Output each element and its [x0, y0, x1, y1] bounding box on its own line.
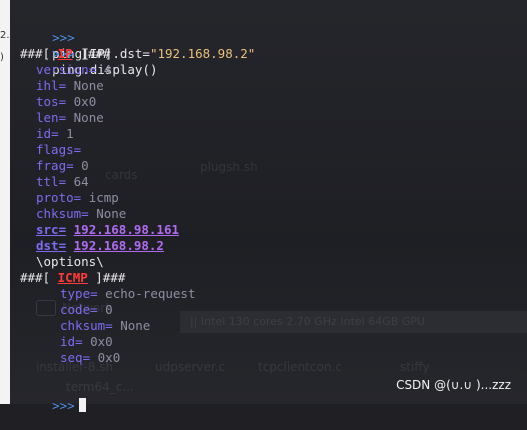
- text-cursor: [78, 398, 86, 412]
- ip-field-row: proto= icmp: [36, 190, 119, 206]
- field-name: frag: [36, 158, 67, 173]
- field-value: echo-request: [105, 286, 196, 301]
- icmp-field-row: id= 0x0: [60, 334, 113, 350]
- field-equals: =: [58, 78, 67, 93]
- header-prefix: ###[: [20, 46, 58, 61]
- field-name: ihl: [36, 78, 59, 93]
- field-name: type: [60, 286, 91, 301]
- field-equals: =: [58, 222, 67, 237]
- src-field-name: src: [36, 222, 59, 237]
- field-equals: =: [90, 286, 98, 301]
- field-equals: =: [90, 302, 98, 317]
- csdn-watermark: CSDN @(∪.∪ )...zzz: [396, 378, 511, 392]
- ip-layer-name: IP: [57, 46, 73, 61]
- terminal-window[interactable]: plugsh.sh ads cards Network || Intel 130…: [10, 0, 527, 413]
- command-line: >>> ping.display(): [22, 30, 157, 77]
- field-value: icmp: [88, 190, 119, 205]
- field-equals: =: [58, 174, 67, 189]
- ghost-device-info: || Intel 130 cores 2.70 GHz Intel 64GB G…: [190, 315, 425, 328]
- ip-field-row: frag= 0: [36, 158, 89, 174]
- ghost-file-label: plugsh.sh: [200, 160, 258, 174]
- background-window-edge: 2.0 ): [0, 0, 16, 404]
- ip-field-row: tos= 0x0: [36, 94, 96, 110]
- ghost-file-label: tcpclientcon.c: [258, 360, 342, 374]
- ghost-monitor-icon: [36, 300, 56, 316]
- field-value: 0: [105, 302, 113, 317]
- header-suffix: ]###: [72, 46, 111, 61]
- field-value: 0: [81, 158, 89, 173]
- ip-field-row: len= None: [36, 110, 104, 126]
- field-equals: =: [73, 142, 82, 157]
- field-name: flags: [36, 142, 74, 157]
- options-label: \options\: [36, 254, 104, 269]
- field-equals: =: [105, 318, 113, 333]
- command-line: >>> ping[IP].dst="192.168.98.2": [22, 14, 255, 61]
- icmp-layer-name: ICMP: [57, 270, 88, 285]
- field-value: None: [96, 206, 127, 221]
- icmp-field-row: chksum= None: [60, 318, 150, 334]
- header-suffix: ]###: [87, 270, 126, 285]
- ghost-file-label: stiffy: [400, 360, 430, 374]
- dst-ip-value: 192.168.98.2: [73, 238, 164, 253]
- src-ip-value: 192.168.98.161: [73, 222, 179, 237]
- options-row: \options\: [36, 254, 104, 270]
- command-string: "192.168.98.2": [149, 46, 256, 61]
- field-equals: =: [66, 158, 74, 173]
- field-equals: =: [75, 334, 83, 349]
- field-name: id: [60, 334, 76, 349]
- ghost-label: cards: [105, 168, 138, 182]
- icmp-field-row: seq= 0x0: [60, 350, 120, 366]
- field-name: seq: [60, 350, 83, 365]
- field-equals: =: [73, 190, 82, 205]
- ip-field-row: ttl= 64: [36, 174, 89, 190]
- icmp-field-row: code= 0: [60, 302, 113, 318]
- field-equals: =: [88, 62, 97, 77]
- ip-dst-row: dst= 192.168.98.2: [36, 238, 164, 254]
- field-name: code: [60, 302, 91, 317]
- field-name: chksum: [60, 318, 106, 333]
- field-equals: =: [51, 126, 59, 141]
- ip-field-row: version= 4: [36, 62, 111, 78]
- field-value: 0x0: [73, 94, 97, 109]
- field-value: 0x0: [90, 334, 113, 349]
- field-name: chksum: [36, 206, 82, 221]
- ip-src-row: src= 192.168.98.161: [36, 222, 179, 238]
- field-value: None: [73, 110, 104, 125]
- input-line[interactable]: >>>: [22, 382, 86, 413]
- dst-field-name: dst: [36, 238, 59, 253]
- ip-layer-header: ###[ IP ]###: [20, 46, 110, 62]
- field-equals: =: [82, 350, 91, 365]
- ip-field-row: ihl= None: [36, 78, 104, 94]
- field-name: version: [36, 62, 89, 77]
- background-text-fragment: ): [0, 52, 4, 63]
- icmp-field-row: type= echo-request: [60, 286, 195, 302]
- field-name: id: [36, 126, 52, 141]
- python-prompt: >>>: [52, 398, 75, 413]
- ip-field-row: id= 1: [36, 126, 74, 142]
- field-value: None: [120, 318, 151, 333]
- field-value: 1: [66, 126, 74, 141]
- field-name: len: [36, 110, 59, 125]
- field-equals: =: [81, 206, 89, 221]
- field-name: proto: [36, 190, 74, 205]
- field-name: ttl: [36, 174, 59, 189]
- field-value: 4: [103, 62, 112, 77]
- icmp-layer-header: ###[ ICMP ]###: [20, 270, 125, 286]
- field-value: 64: [73, 174, 89, 189]
- field-equals: =: [58, 238, 67, 253]
- header-prefix: ###[: [20, 270, 58, 285]
- ghost-file-label: udpserver.c: [155, 360, 226, 374]
- field-value: 0x0: [97, 350, 121, 365]
- ip-field-row: chksum= None: [36, 206, 126, 222]
- field-value: None: [73, 78, 104, 93]
- field-equals: =: [58, 110, 67, 125]
- field-name: tos: [36, 94, 59, 109]
- field-equals: =: [58, 94, 67, 109]
- ip-field-row: flags=: [36, 142, 89, 158]
